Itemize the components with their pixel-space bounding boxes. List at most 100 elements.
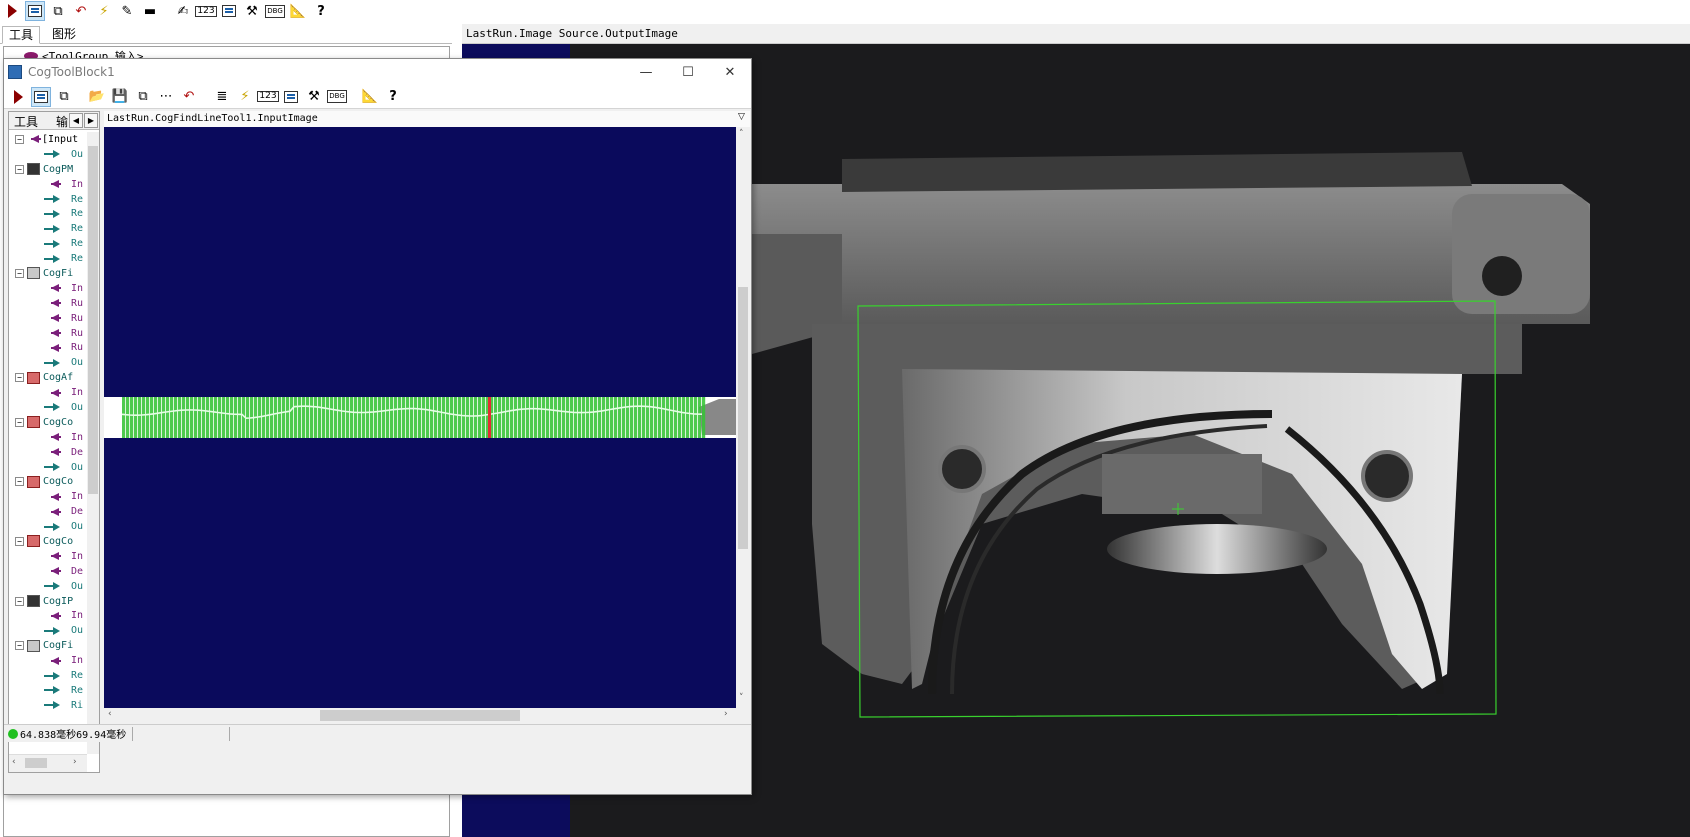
caliper-marker[interactable] (488, 397, 491, 438)
display-vertical-scroll-thumb[interactable] (738, 287, 748, 549)
tree-terminal-item[interactable]: In (9, 489, 87, 504)
debug-button[interactable]: DBG (327, 87, 347, 107)
tab-graphics[interactable]: 图形 (46, 26, 82, 44)
tab-tools[interactable]: 工具 (11, 113, 41, 130)
tree-terminal-item[interactable]: Ru (9, 326, 87, 341)
tree-terminal-item[interactable]: In (9, 177, 87, 192)
tree-terminal-item[interactable]: Ou (9, 460, 87, 475)
sub-image-display[interactable] (104, 127, 736, 708)
edit-button[interactable]: ✎ (117, 1, 137, 21)
flag-button[interactable]: ▬ (140, 1, 160, 21)
tree-tool-item[interactable]: − CogFi (9, 638, 87, 653)
chevron-right-icon[interactable]: › (73, 757, 77, 767)
tree-terminal-item[interactable]: Ou (9, 579, 87, 594)
tree-terminal-item[interactable]: Ou (9, 147, 87, 162)
collapse-icon[interactable]: − (15, 641, 24, 651)
notes-button[interactable]: ✍ (173, 1, 193, 21)
show-multiple-button[interactable]: ⧉ (54, 87, 74, 107)
tree-tool-item[interactable]: − CogFi (9, 266, 87, 281)
database-button[interactable]: ≣ (212, 87, 232, 107)
values-button[interactable]: 123 (195, 1, 217, 21)
tree-terminal-item[interactable]: Re (9, 683, 87, 698)
terminals-button[interactable] (281, 87, 301, 107)
tree-terminal-item[interactable]: De (9, 504, 87, 519)
chevron-left-icon[interactable]: ‹ (108, 709, 112, 719)
tree-terminal-item[interactable]: In (9, 549, 87, 564)
values-button[interactable]: 123 (257, 87, 279, 107)
minimize-button[interactable]: — (625, 59, 667, 85)
tree-terminal-item[interactable]: De (9, 445, 87, 460)
chevron-down-icon[interactable]: ▽ (738, 112, 745, 122)
tree-terminal-item[interactable]: In (9, 653, 87, 668)
tree-terminal-item[interactable]: Re (9, 192, 87, 207)
maximize-button[interactable]: ☐ (667, 59, 709, 85)
tree-terminal-item[interactable]: De (9, 564, 87, 579)
tab-scroll-left-button[interactable]: ◀ (69, 113, 83, 128)
tree-terminal-item[interactable]: Re (9, 221, 87, 236)
live-button[interactable]: ⚡ (235, 87, 255, 107)
tab-tools[interactable]: 工具 (2, 26, 41, 44)
debug-button[interactable]: DBG (265, 1, 285, 21)
close-button[interactable]: ✕ (709, 59, 751, 85)
chevron-up-icon[interactable]: ˄ (739, 129, 744, 139)
collapse-icon[interactable]: − (15, 164, 24, 174)
tree-terminal-item[interactable]: Ru (9, 296, 87, 311)
tree-terminal-item[interactable]: In (9, 430, 87, 445)
terminal-button[interactable]: ⋯ (156, 87, 176, 107)
run-button[interactable] (2, 1, 22, 21)
chevron-left-icon[interactable]: ‹ (12, 757, 16, 767)
tree-terminal-item[interactable]: In (9, 281, 87, 296)
collapse-icon[interactable]: − (15, 373, 24, 383)
tree-tool-item[interactable]: − CogCo (9, 534, 87, 549)
tree-tool-item[interactable]: − CogIP (9, 594, 87, 609)
measure-button[interactable]: 📐 (288, 1, 308, 21)
tree-tool-item[interactable]: − CogAf (9, 370, 87, 385)
window-titlebar[interactable]: CogToolBlock1 — ☐ ✕ (4, 59, 751, 85)
tree-terminal-item[interactable]: In (9, 385, 87, 400)
chevron-right-icon[interactable]: › (724, 709, 728, 719)
tree-terminal-item[interactable]: Re (9, 251, 87, 266)
tree-tool-item[interactable]: − CogPM (9, 162, 87, 177)
terminals-button[interactable] (219, 1, 239, 21)
collapse-icon[interactable]: − (15, 134, 24, 144)
help-button[interactable]: ? (311, 1, 331, 21)
tools-button[interactable]: ⚒ (242, 1, 262, 21)
collapse-icon[interactable]: − (15, 477, 24, 487)
show-multiple-button[interactable]: ⧉ (48, 1, 68, 21)
tree-terminal-item[interactable]: Ou (9, 519, 87, 534)
tree-tool-item[interactable]: − CogCo (9, 474, 87, 489)
tree-terminal-item[interactable]: Ou (9, 355, 87, 370)
collapse-icon[interactable]: − (15, 536, 24, 546)
tree-horizontal-scroll-thumb[interactable] (25, 758, 47, 768)
help-button[interactable]: ? (383, 87, 403, 107)
show-results-button[interactable] (31, 86, 51, 107)
live-button[interactable]: ⚡ (94, 1, 114, 21)
tree-terminal-item[interactable]: Ou (9, 623, 87, 638)
tree-terminal-item[interactable]: Ru (9, 340, 87, 355)
tree-terminal-item[interactable]: Re (9, 668, 87, 683)
tree-terminal-item[interactable]: Ru (9, 311, 87, 326)
tools-button[interactable]: ⚒ (304, 87, 324, 107)
run-button[interactable] (8, 87, 28, 107)
reset-button[interactable]: ↶ (179, 87, 199, 107)
collapse-icon[interactable]: − (15, 596, 24, 606)
open-button[interactable]: 📂 (87, 87, 107, 107)
save-button[interactable]: 💾 (110, 87, 130, 107)
reset-button[interactable]: ↶ (71, 1, 91, 21)
tree-terminal-item[interactable]: Ri (9, 698, 87, 713)
tab-scroll-right-button[interactable]: ▶ (84, 113, 98, 128)
tree-terminal-item[interactable]: Ou (9, 400, 87, 415)
tree-terminal-item[interactable]: In (9, 609, 87, 624)
show-results-button[interactable] (25, 1, 45, 21)
tree-terminal-item[interactable]: Re (9, 206, 87, 221)
collapse-icon[interactable]: − (15, 268, 24, 278)
chevron-down-icon[interactable]: ˅ (739, 693, 744, 703)
tree-vertical-scroll-thumb[interactable] (88, 146, 98, 494)
display-horizontal-scroll-thumb[interactable] (320, 710, 520, 721)
measure-button[interactable]: 📐 (360, 87, 380, 107)
tree-horizontal-scrollbar[interactable]: ‹ › (9, 754, 87, 772)
import-button[interactable]: ⧉ (133, 87, 153, 107)
collapse-icon[interactable]: − (15, 417, 24, 427)
tree-terminal-item[interactable]: Re (9, 236, 87, 251)
tree-tool-item[interactable]: − CogCo (9, 415, 87, 430)
